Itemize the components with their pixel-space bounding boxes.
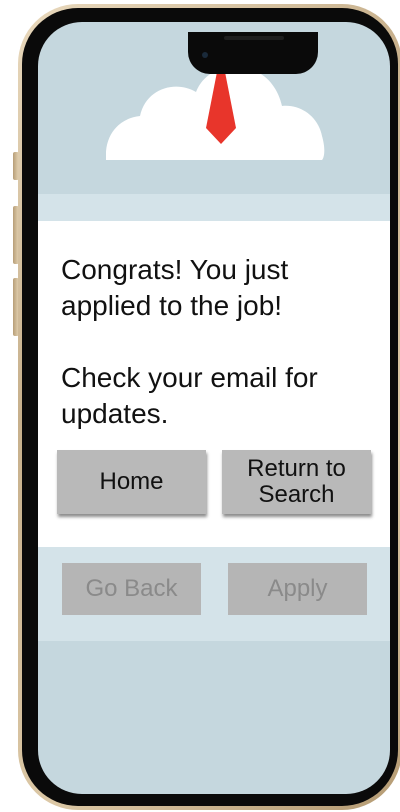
return-to-search-button[interactable]: Return to Search bbox=[222, 450, 371, 514]
phone-mockup: Congrats! You just applied to the job! C… bbox=[0, 0, 400, 812]
speaker-grille bbox=[224, 36, 284, 40]
cloud-with-necktie-icon bbox=[106, 60, 325, 160]
confirmation-message: Congrats! You just applied to the job! C… bbox=[61, 254, 318, 429]
app-screen: Congrats! You just applied to the job! C… bbox=[38, 22, 390, 794]
header-band bbox=[38, 194, 390, 221]
front-camera bbox=[202, 52, 208, 58]
apply-button: Apply bbox=[228, 563, 367, 615]
home-button[interactable]: Home bbox=[57, 450, 206, 514]
go-back-button: Go Back bbox=[62, 563, 201, 615]
